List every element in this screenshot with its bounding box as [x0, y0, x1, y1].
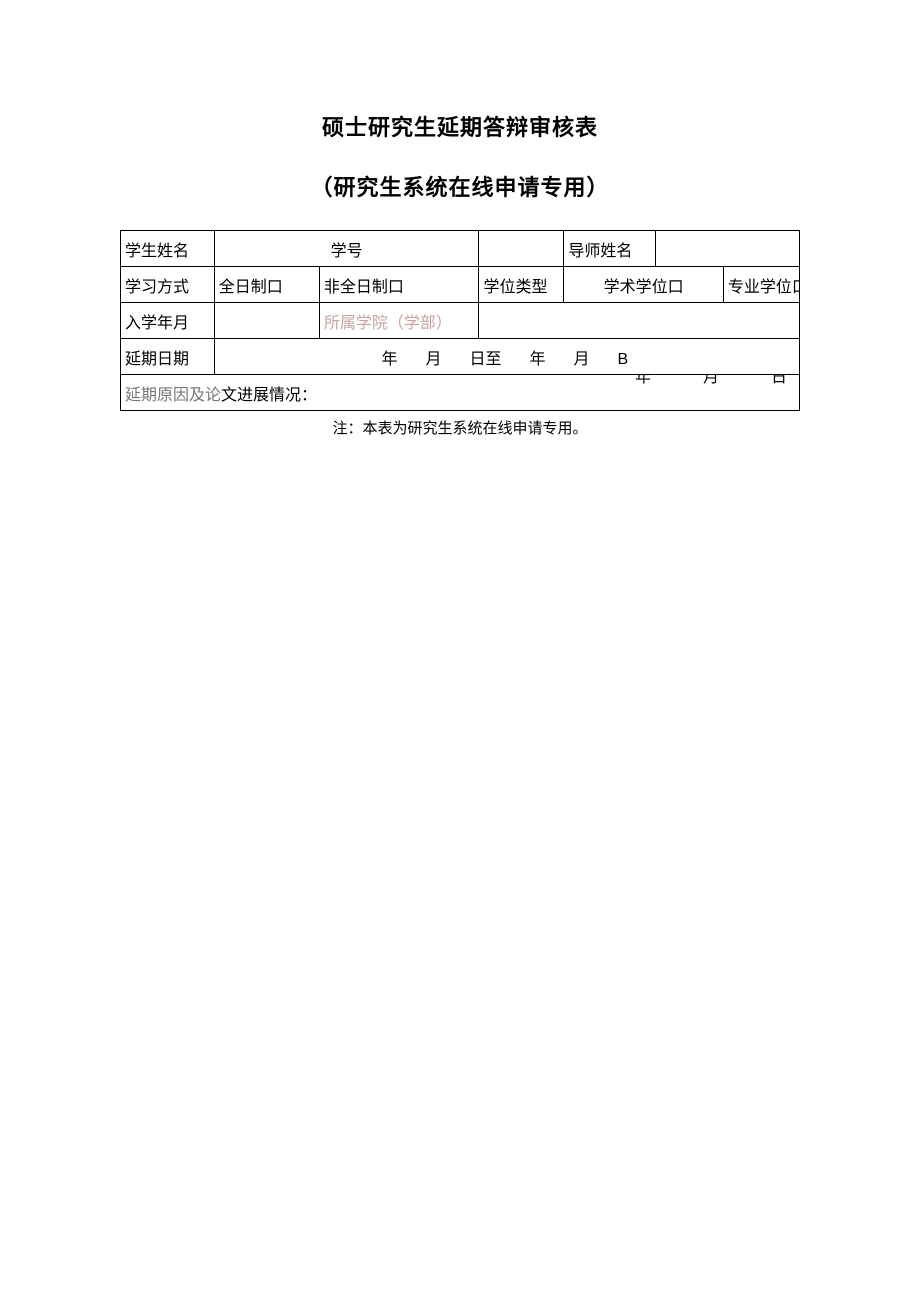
field-student-id[interactable]: [479, 231, 564, 267]
field-reason[interactable]: 延期原因及论文进展情况： 研究生本人签字： 年 月 日: [121, 375, 800, 411]
unit-end: B: [618, 351, 629, 368]
cell-student-id-label: 学号: [214, 231, 479, 267]
label-study-mode: 学习方式: [121, 267, 215, 303]
sig-month: 月: [703, 375, 719, 387]
label-degree-type: 学位类型: [479, 267, 564, 303]
unit-month-1: 月: [425, 351, 441, 368]
field-advisor[interactable]: [656, 231, 800, 267]
field-defer-range[interactable]: 年 月 日至 年 月 B: [214, 339, 799, 375]
field-enroll[interactable]: [214, 303, 319, 339]
field-college[interactable]: [479, 303, 800, 339]
label-reason: 延期原因及论文进展情况：: [125, 387, 317, 404]
footnote: 注：本表为研究生系统在线申请专用。: [120, 417, 800, 438]
checkbox-parttime[interactable]: 非全日制口: [319, 267, 479, 303]
label-reason-prefix: 延期原因及论: [125, 387, 221, 404]
sig-day: 日: [771, 375, 787, 387]
unit-year-1: 年: [381, 351, 397, 368]
page-title: 硕士研究生延期答辩审核表: [120, 110, 800, 142]
signature-date[interactable]: 年 月 日: [587, 375, 787, 399]
unit-year-2: 年: [530, 351, 546, 368]
page-subtitle: （研究生系统在线申请专用）: [120, 170, 800, 202]
unit-day-to: 日至: [470, 351, 502, 368]
sig-year: 年: [635, 375, 651, 387]
label-advisor: 导师姓名: [564, 231, 656, 267]
checkbox-fulltime[interactable]: 全日制口: [214, 267, 319, 303]
label-reason-suffix: 文进展情况：: [221, 387, 317, 404]
label-defer-date: 延期日期: [121, 339, 215, 375]
label-enroll: 入学年月: [121, 303, 215, 339]
checkbox-academic[interactable]: 学术学位口: [564, 267, 724, 303]
checkbox-professional[interactable]: 专业学位口: [723, 267, 799, 303]
label-student-name: 学生姓名: [121, 231, 215, 267]
unit-month-2: 月: [574, 351, 590, 368]
approval-form: 学生姓名 学号 导师姓名 学习方式 全日制口 非全日制口 学位类型 学术学位口 …: [120, 230, 800, 411]
label-college: 所属学院（学部）: [319, 303, 479, 339]
